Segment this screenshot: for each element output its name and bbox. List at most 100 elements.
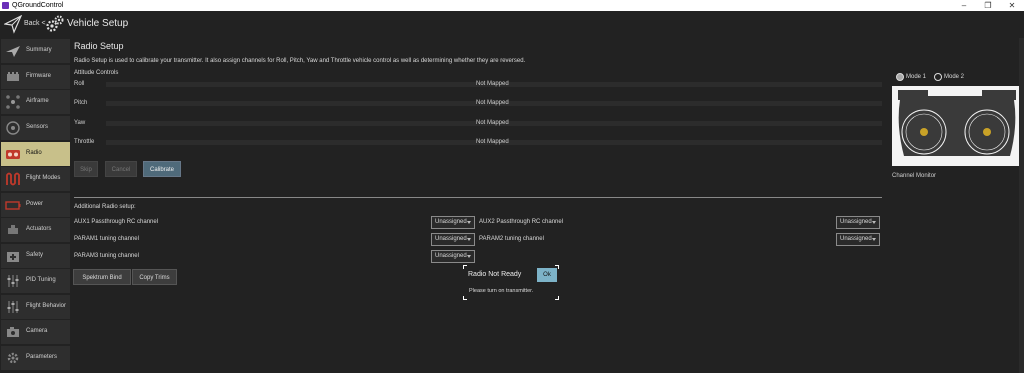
chevron-down-icon — [872, 221, 876, 224]
attitude-controls-header: Attitude Controls — [74, 70, 119, 76]
sensors-icon — [6, 121, 20, 135]
additional-setup-header: Additional Radio setup: — [74, 204, 136, 210]
page-title: Vehicle Setup — [67, 18, 129, 29]
axis-value: Not Mapped — [476, 100, 509, 106]
section-title: Radio Setup — [74, 41, 124, 51]
plane-icon — [6, 46, 20, 57]
axis-label: Yaw — [74, 120, 86, 126]
gear-icon — [46, 15, 64, 32]
param3-label: PARAM3 tuning channel — [74, 253, 139, 259]
transmitter-illustration — [892, 86, 1022, 166]
camera-icon — [7, 327, 19, 337]
sidebar-item-camera[interactable]: Camera — [1, 320, 70, 344]
left-stick-dot — [920, 128, 928, 136]
dialog-corner-marker — [463, 265, 467, 269]
minimize-icon[interactable]: – — [952, 0, 976, 11]
axis-label: Throttle — [74, 139, 95, 145]
cancel-button[interactable]: Cancel — [105, 161, 137, 177]
sidebar-item-flight-behavior[interactable]: Flight Behavior — [1, 295, 70, 319]
combo-value: Unassigned — [840, 236, 872, 242]
calibrate-button[interactable]: Calibrate — [143, 161, 181, 177]
aux1-label: AUX1 Passthrough RC channel — [74, 219, 159, 225]
sidebar-item-label: Summary — [26, 47, 52, 53]
maximize-icon[interactable]: ❐ — [976, 0, 1000, 11]
sidebar-item-summary[interactable]: Summary — [1, 39, 70, 63]
mode1-radio[interactable] — [896, 73, 904, 81]
axis-row-pitch: Pitch Not Mapped — [74, 99, 882, 109]
radio-not-ready-dialog: Radio Not Ready Ok Please turn on transm… — [463, 266, 558, 298]
sidebar-item-radio[interactable]: Radio — [1, 142, 70, 166]
safety-icon — [7, 252, 19, 262]
dialog-title: Radio Not Ready — [468, 271, 522, 278]
param2-channel-select[interactable]: Unassigned — [836, 233, 880, 246]
spektrum-bind-button[interactable]: Spektrum Bind — [73, 269, 131, 285]
dialog-corner-marker — [463, 296, 467, 300]
param1-channel-select[interactable]: Unassigned — [431, 233, 475, 246]
sidebar-item-label: Airframe — [26, 98, 49, 104]
qgc-app-icon — [2, 2, 9, 9]
axis-value: Not Mapped — [476, 120, 509, 126]
mode1-label: Mode 1 — [906, 74, 927, 80]
chevron-down-icon — [467, 221, 471, 224]
paper-plane-logo-icon[interactable] — [4, 14, 22, 34]
sidebar-item-power[interactable]: Power — [1, 193, 70, 217]
window-title: QGroundControl — [12, 2, 64, 9]
firmware-icon — [7, 72, 19, 81]
dialog-corner-marker — [555, 265, 559, 269]
mode2-label: Mode 2 — [944, 74, 965, 80]
axis-label: Pitch — [74, 100, 88, 106]
sidebar-item-airframe[interactable]: Airframe — [1, 90, 70, 114]
close-icon[interactable]: ✕ — [1000, 0, 1024, 11]
channel-monitor-label: Channel Monitor — [892, 173, 937, 179]
aux1-channel-select[interactable]: Unassigned — [431, 216, 475, 229]
sidebar-item-parameters[interactable]: Parameters — [1, 346, 70, 370]
copy-trims-button[interactable]: Copy Trims — [132, 269, 177, 285]
sidebar-item-firmware[interactable]: Firmware — [1, 65, 70, 89]
pid-tuning-icon — [7, 275, 19, 287]
chevron-down-icon — [467, 255, 471, 258]
sidebar-item-label: PID Tuning — [26, 277, 56, 283]
sidebar-item-safety[interactable]: Safety — [1, 244, 70, 268]
sidebar-item-sensors[interactable]: Sensors — [1, 116, 70, 140]
dialog-message: Please turn on transmitter. — [469, 288, 534, 294]
chevron-down-icon — [467, 238, 471, 241]
axis-row-throttle: Throttle Not Mapped — [74, 138, 882, 148]
axis-value: Not Mapped — [476, 81, 509, 87]
axis-row-yaw: Yaw Not Mapped — [74, 119, 882, 129]
back-button[interactable]: Back < — [24, 20, 46, 27]
vertical-scrollbar[interactable] — [1019, 38, 1024, 373]
parameters-icon — [7, 352, 19, 364]
section-divider — [74, 197, 882, 198]
param1-label: PARAM1 tuning channel — [74, 236, 139, 242]
combo-value: Unassigned — [435, 219, 467, 225]
sidebar-item-label: Camera — [26, 328, 48, 334]
flight-modes-icon — [6, 172, 20, 186]
mode2-radio[interactable] — [934, 73, 942, 81]
actuators-icon — [8, 225, 18, 234]
battery-icon — [5, 201, 21, 210]
chevron-down-icon — [872, 238, 876, 241]
sidebar-item-actuators[interactable]: Actuators — [1, 218, 70, 242]
combo-value: Unassigned — [435, 253, 467, 259]
ok-button[interactable]: Ok — [537, 268, 557, 282]
window-titlebar: QGroundControl – ❐ ✕ — [0, 0, 1024, 11]
param2-label: PARAM2 tuning channel — [479, 236, 544, 242]
combo-value: Unassigned — [840, 219, 872, 225]
param3-channel-select[interactable]: Unassigned — [431, 250, 475, 263]
right-stick-dot — [983, 128, 991, 136]
sidebar-item-label: Flight Behavior — [26, 303, 67, 309]
aux2-channel-select[interactable]: Unassigned — [836, 216, 880, 229]
top-toolbar: Back < Vehicle Setup — [0, 11, 1024, 38]
axis-row-roll: Roll Not Mapped — [74, 80, 882, 90]
sidebar-item-pid-tuning[interactable]: PID Tuning — [1, 269, 70, 293]
sidebar-item-label: Safety — [26, 252, 44, 258]
sidebar-item-label: Parameters — [26, 354, 58, 360]
sidebar-item-label: Firmware — [26, 73, 51, 79]
sidebar-item-label: Radio — [26, 150, 42, 156]
skip-button[interactable]: Skip — [74, 161, 98, 177]
sidebar-item-label: Sensors — [26, 124, 49, 130]
flight-behavior-icon — [7, 301, 19, 313]
sidebar-item-flight-modes[interactable]: Flight Modes — [1, 167, 70, 191]
setup-sidebar: Summary Firmware Airframe Sensors Radio … — [0, 38, 70, 373]
airframe-icon — [6, 95, 20, 109]
